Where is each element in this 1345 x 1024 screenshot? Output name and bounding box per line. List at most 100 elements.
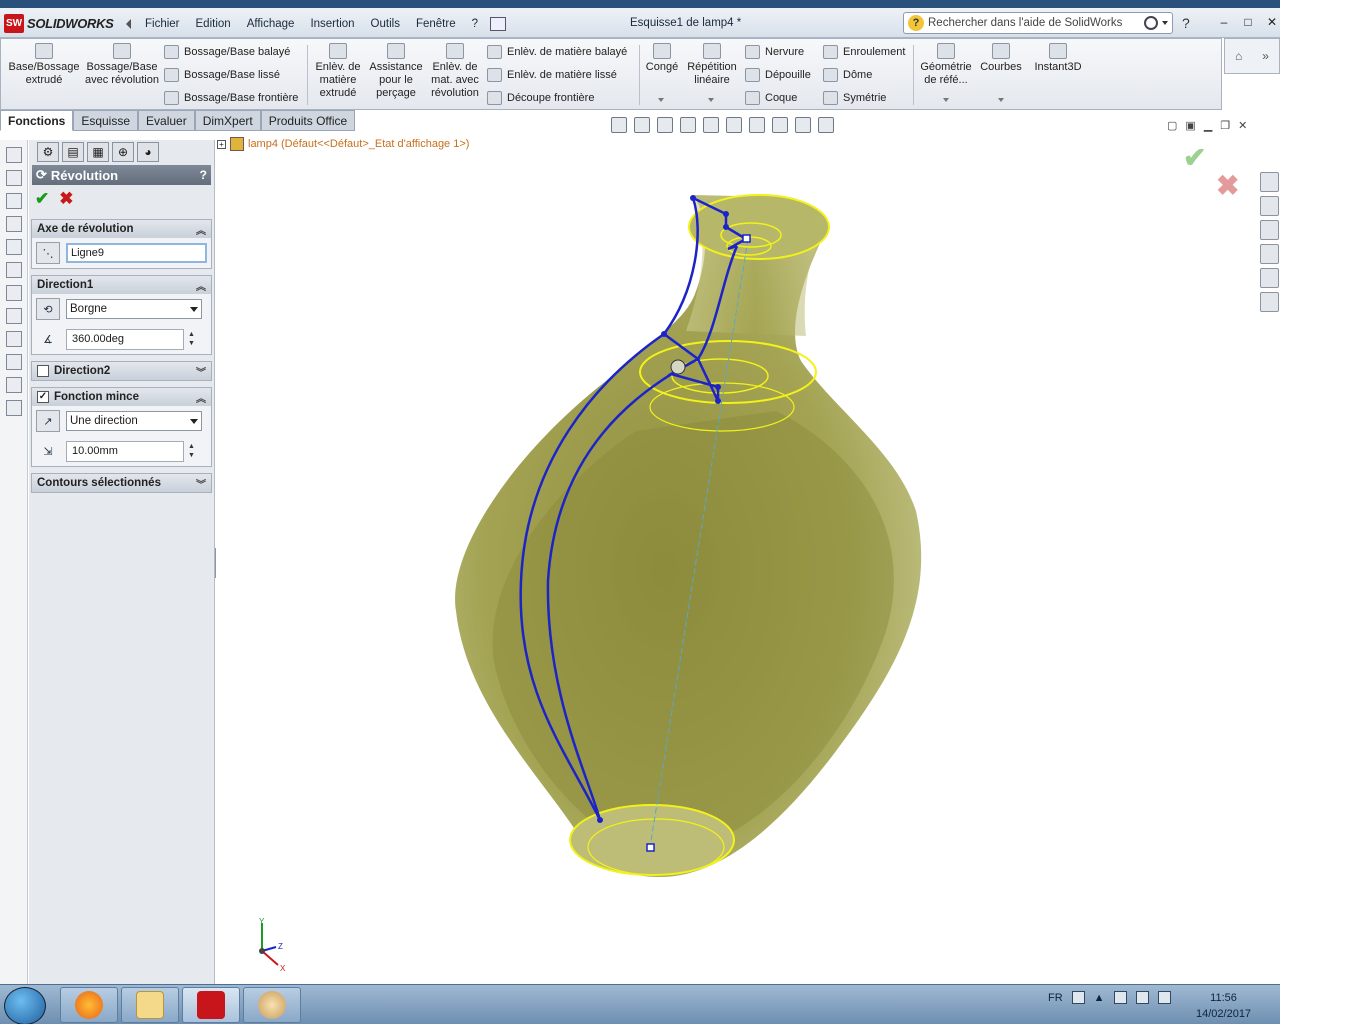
viewport-minimize-icon[interactable]: ▁ (1204, 119, 1212, 132)
apply-scene-icon[interactable] (795, 117, 811, 133)
custom-properties-icon[interactable] (1260, 292, 1279, 312)
angle-input[interactable]: 360.00deg (66, 328, 184, 350)
view-palette-icon[interactable] (1260, 244, 1279, 264)
close-button[interactable]: ✕ (1263, 14, 1280, 30)
previous-view-icon[interactable] (657, 117, 673, 133)
view-front-icon[interactable] (5, 147, 22, 163)
feature-manager-tab-icon[interactable]: ⚙ (37, 142, 59, 162)
paste-icon[interactable] (5, 400, 22, 416)
fillet-dropdown-icon[interactable] (658, 98, 664, 102)
thickness-input[interactable]: 10.00mm (66, 440, 184, 462)
tab-fonctions[interactable]: Fonctions (0, 110, 74, 131)
confirmation-corner-cancel[interactable]: ✖ (1216, 169, 1239, 202)
reverse-direction-icon[interactable]: ⟲ (36, 298, 60, 320)
view-iso-icon[interactable] (5, 285, 22, 301)
shell-button[interactable]: Coque (745, 91, 797, 105)
axis-endpoint-handle[interactable] (646, 843, 655, 852)
help-search-box[interactable]: ? Rechercher dans l'aide de SolidWorks (903, 12, 1173, 34)
tab-evaluer[interactable]: Evaluer (138, 110, 195, 131)
pin-menu-icon[interactable] (490, 17, 506, 31)
rib-button[interactable]: Nervure (745, 45, 804, 59)
menu-insertion[interactable]: Insertion (302, 16, 362, 32)
linear-pattern-button[interactable]: Répétition linéaire (685, 43, 739, 87)
smart-dimension-icon[interactable] (5, 331, 22, 347)
view-left-icon[interactable] (5, 193, 22, 209)
sketch-point[interactable] (597, 817, 603, 823)
thin-feature-header[interactable]: ✓ Fonction mince ︽ (32, 388, 211, 406)
hide-show-items-icon[interactable] (749, 117, 765, 133)
expand-tree-icon[interactable]: + (217, 139, 226, 149)
revolve-direction-handle[interactable] (670, 359, 686, 375)
tab-produits-office[interactable]: Produits Office (260, 110, 356, 131)
help-button[interactable]: ? (1182, 15, 1190, 31)
lofted-boss-button[interactable]: Bossage/Base lissé (164, 68, 280, 82)
network-icon[interactable] (1135, 991, 1149, 1004)
configuration-manager-tab-icon[interactable]: ▦ (87, 142, 109, 162)
thickness-stepper[interactable]: 10.00mm ▲ ▼ (66, 440, 195, 462)
sketch-point[interactable] (715, 384, 721, 390)
customize-icon[interactable]: ⌂ (1235, 49, 1242, 63)
angle-spin-arrows[interactable]: ▲ ▼ (188, 330, 195, 348)
expand-icon[interactable]: ︾ (196, 364, 206, 379)
menu-fenetre[interactable]: Fenêtre (408, 16, 464, 32)
boundary-cut-button[interactable]: Découpe frontière (487, 91, 594, 105)
menu-help[interactable]: ? (464, 16, 486, 32)
sketch-point[interactable] (723, 224, 729, 230)
hole-wizard-button[interactable]: Assistance pour le perçage (367, 43, 425, 100)
taskbar-paint[interactable] (243, 987, 301, 1023)
curves-button[interactable]: Courbes (977, 43, 1025, 74)
keyboard-icon[interactable] (1071, 991, 1085, 1004)
language-indicator[interactable]: FR (1048, 992, 1063, 1004)
display-manager-tab-icon[interactable]: ◕ (137, 142, 159, 162)
top-rim-outer[interactable] (688, 194, 830, 260)
solidworks-resources-icon[interactable] (1260, 172, 1279, 192)
swept-cut-button[interactable]: Enlèv. de matière balayé (487, 45, 627, 59)
menu-outils[interactable]: Outils (363, 16, 408, 32)
sketch-point[interactable] (661, 331, 667, 337)
relations-icon[interactable] (5, 354, 22, 370)
wrap-button[interactable]: Enroulement (823, 45, 905, 59)
property-manager-tab-icon[interactable]: ▤ (62, 142, 84, 162)
direction2-header[interactable]: Direction2 ︾ (32, 362, 211, 380)
search-dropdown-icon[interactable] (1162, 21, 1168, 25)
minimize-button[interactable]: – (1215, 14, 1233, 30)
reverse-thin-direction-icon[interactable]: ↗ (36, 410, 60, 432)
swept-boss-button[interactable]: Bossage/Base balayé (164, 45, 290, 59)
design-library-icon[interactable] (1260, 196, 1279, 216)
model-viewport[interactable] (216, 131, 1280, 984)
taskbar-solidworks[interactable] (182, 987, 240, 1023)
view-right-icon[interactable] (5, 216, 22, 232)
help-search-input[interactable]: Rechercher dans l'aide de SolidWorks (928, 17, 1144, 29)
axis-of-revolution-header[interactable]: Axe de révolution ︽ (32, 220, 211, 238)
instant3d-button[interactable]: Instant3D (1031, 43, 1085, 74)
file-explorer-icon[interactable] (1260, 220, 1279, 240)
app-logo[interactable]: SW SOLIDWORKS (4, 13, 114, 33)
selected-contours-header[interactable]: Contours sélectionnés ︾ (32, 474, 211, 492)
maximize-button[interactable]: □ (1239, 14, 1257, 30)
axis-endpoint-handle[interactable] (742, 234, 751, 243)
revolved-boss-button[interactable]: Bossage/Base avec révolution (85, 43, 159, 87)
fillet-button[interactable]: Congé (643, 43, 681, 74)
draft-button[interactable]: Dépouille (745, 68, 811, 82)
view-top-icon[interactable] (5, 239, 22, 255)
menu-edition[interactable]: Edition (188, 16, 239, 32)
boundary-boss-button[interactable]: Bossage/Base frontière (164, 91, 298, 105)
lofted-cut-button[interactable]: Enlèv. de matière lissé (487, 68, 617, 82)
thickness-spin-arrows[interactable]: ▲ ▼ (188, 442, 195, 460)
zoom-to-area-icon[interactable] (634, 117, 650, 133)
graphics-area[interactable] (216, 131, 1280, 984)
reference-geometry-button[interactable]: Géométrie de réfé... (917, 43, 975, 87)
help-icon[interactable]: ? (200, 168, 207, 182)
action-center-flag-icon[interactable] (1113, 991, 1127, 1004)
cancel-button[interactable]: ✖ (59, 189, 73, 209)
menu-affichage[interactable]: Affichage (239, 16, 303, 32)
view-bottom-icon[interactable] (5, 262, 22, 278)
tab-esquisse[interactable]: Esquisse (73, 110, 139, 131)
extruded-cut-button[interactable]: Enlèv. de matière extrudé (311, 43, 365, 100)
collapse-icon[interactable]: ︽ (196, 390, 206, 405)
menu-fichier[interactable]: Fichier (137, 16, 188, 32)
collapse-icon[interactable]: ︽ (196, 278, 206, 293)
collapse-icon[interactable]: ︽ (196, 222, 206, 237)
display-style-icon[interactable] (726, 117, 742, 133)
start-button[interactable] (4, 987, 46, 1024)
